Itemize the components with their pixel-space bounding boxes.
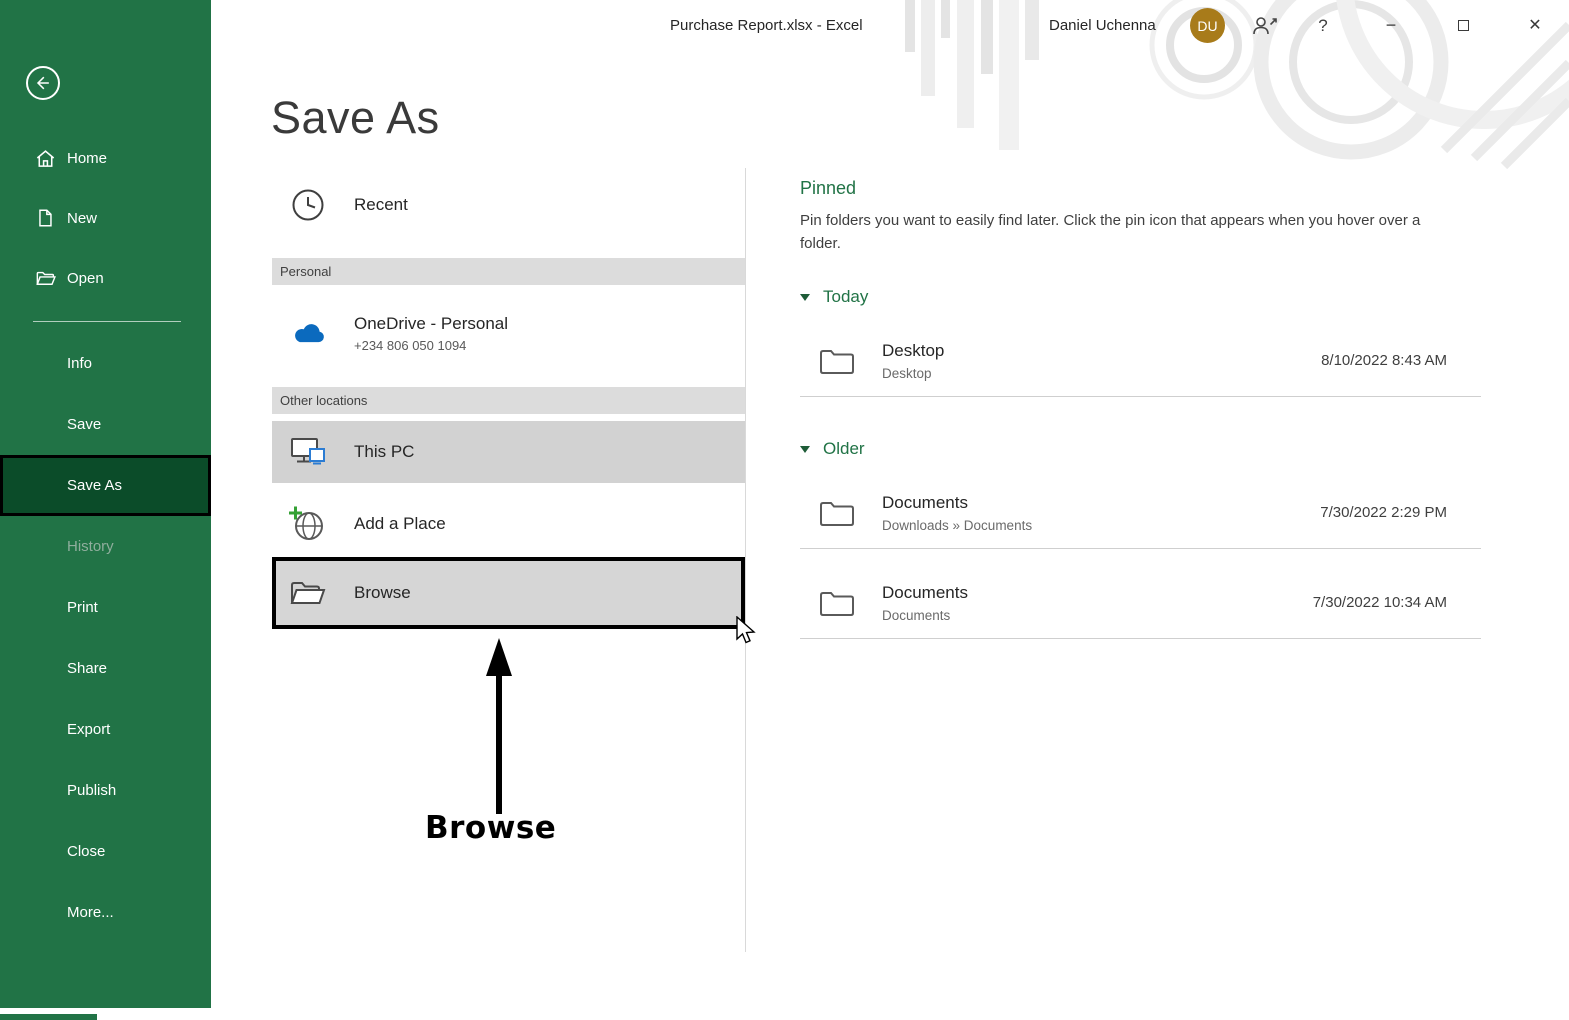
backstage-main: Purchase Report.xlsx - Excel Daniel Uche… [211, 0, 1569, 1020]
pinned-folder-row[interactable]: Desktop Desktop 8/10/2022 8:43 AM [800, 325, 1481, 397]
folder-timestamp: 7/30/2022 10:34 AM [1313, 594, 1481, 611]
pinned-description: Pin folders you want to easily find late… [800, 209, 1445, 255]
folder-icon [818, 588, 856, 618]
pinned-panel: Pinned Pin folders you want to easily fi… [800, 178, 1481, 639]
group-label: Older [823, 439, 865, 459]
location-text: OneDrive - Personal +234 806 050 1094 [354, 314, 745, 353]
annotation-label: Browse [425, 810, 556, 846]
sidebar-item-print[interactable]: Print [0, 577, 211, 638]
new-document-icon [33, 207, 57, 229]
avatar[interactable]: DU [1190, 8, 1225, 43]
folder-title: Desktop [882, 341, 1321, 361]
sidebar-item-home[interactable]: Home [0, 128, 211, 188]
help-button[interactable]: ? [1311, 14, 1335, 38]
excel-backstage-window: Home New Open Info Save Save As History … [0, 0, 1569, 1020]
folder-path: Downloads » Documents [882, 518, 1320, 533]
share-contacts-button[interactable] [1251, 14, 1279, 38]
location-browse[interactable]: Browse [272, 557, 745, 629]
folder-text: Documents Downloads » Documents [882, 493, 1320, 533]
home-icon [33, 147, 57, 170]
clock-icon [288, 187, 328, 223]
sidebar-item-label: New [67, 210, 97, 227]
sidebar-item-info[interactable]: Info [0, 333, 211, 394]
folder-icon [818, 498, 856, 528]
minimize-icon: − [1386, 15, 1397, 36]
location-this-pc[interactable]: This PC [272, 421, 745, 483]
location-label: Add a Place [354, 514, 446, 534]
globe-plus-icon [288, 505, 328, 543]
sidebar-bottom-sliver [0, 1014, 97, 1020]
location-label: OneDrive - Personal [354, 314, 745, 334]
pinned-title: Pinned [800, 178, 1481, 199]
sidebar-item-history: History [0, 516, 211, 577]
folder-icon [818, 346, 856, 376]
sidebar-item-save[interactable]: Save [0, 394, 211, 455]
location-onedrive[interactable]: OneDrive - Personal +234 806 050 1094 [272, 293, 745, 373]
folder-timestamp: 8/10/2022 8:43 AM [1321, 352, 1481, 369]
account-user-name[interactable]: Daniel Uchenna [1049, 17, 1156, 34]
sidebar-item-save-as[interactable]: Save As [0, 455, 211, 516]
sidebar-item-open[interactable]: Open [0, 248, 211, 308]
group-label: Today [823, 287, 868, 307]
page-title: Save As [271, 92, 440, 144]
maximize-icon [1458, 20, 1469, 31]
sidebar-menu: Info Save Save As History Print Share Ex… [0, 333, 211, 943]
help-icon: ? [1318, 16, 1327, 36]
section-header-personal: Personal [272, 258, 745, 285]
sidebar-item-more[interactable]: More... [0, 882, 211, 943]
sidebar-item-publish[interactable]: Publish [0, 760, 211, 821]
back-button[interactable] [26, 66, 60, 100]
save-locations-list: Recent Personal OneDrive - Personal +234… [272, 175, 745, 629]
folder-title: Documents [882, 583, 1313, 603]
sidebar-item-label: Open [67, 270, 104, 287]
sidebar-item-share[interactable]: Share [0, 638, 211, 699]
browse-folder-icon [288, 577, 328, 609]
sidebar-item-close[interactable]: Close [0, 821, 211, 882]
minimize-button[interactable]: − [1373, 10, 1409, 40]
pinned-folder-row[interactable]: Documents Downloads » Documents 7/30/202… [800, 477, 1481, 549]
section-header-other-locations: Other locations [272, 387, 745, 414]
location-label: Browse [354, 583, 411, 603]
sidebar-top-nav: Home New Open [0, 128, 211, 308]
chevron-down-icon [800, 446, 810, 453]
back-arrow-icon [33, 73, 53, 93]
group-header-older[interactable]: Older [800, 439, 1481, 459]
folder-path: Desktop [882, 366, 1321, 381]
folder-title: Documents [882, 493, 1320, 513]
column-divider [745, 168, 746, 952]
sidebar-item-export[interactable]: Export [0, 699, 211, 760]
location-add-a-place[interactable]: Add a Place [272, 495, 745, 553]
close-icon: ✕ [1528, 15, 1541, 35]
folder-timestamp: 7/30/2022 2:29 PM [1320, 504, 1481, 521]
chevron-down-icon [800, 294, 810, 301]
people-icon [1252, 15, 1278, 37]
this-pc-icon [288, 435, 328, 469]
sidebar-divider [33, 321, 181, 322]
location-sublabel: +234 806 050 1094 [354, 338, 745, 353]
sidebar-item-new[interactable]: New [0, 188, 211, 248]
close-button[interactable]: ✕ [1517, 10, 1553, 40]
mouse-cursor-icon [735, 616, 757, 651]
open-folder-icon [33, 267, 57, 290]
sidebar-item-label: Home [67, 150, 107, 167]
group-header-today[interactable]: Today [800, 287, 1481, 307]
titlebar: Purchase Report.xlsx - Excel Daniel Uche… [211, 0, 1569, 52]
annotation-arrow-up [479, 638, 519, 821]
document-title: Purchase Report.xlsx - Excel [670, 17, 863, 34]
onedrive-cloud-icon [288, 318, 328, 348]
folder-path: Documents [882, 608, 1313, 623]
location-label: This PC [354, 442, 414, 462]
location-recent[interactable]: Recent [272, 175, 745, 235]
folder-text: Documents Documents [882, 583, 1313, 623]
folder-text: Desktop Desktop [882, 341, 1321, 381]
pinned-folder-row[interactable]: Documents Documents 7/30/2022 10:34 AM [800, 567, 1481, 639]
location-label: Recent [354, 195, 408, 215]
backstage-sidebar: Home New Open Info Save Save As History … [0, 0, 211, 1008]
maximize-button[interactable] [1445, 10, 1481, 40]
